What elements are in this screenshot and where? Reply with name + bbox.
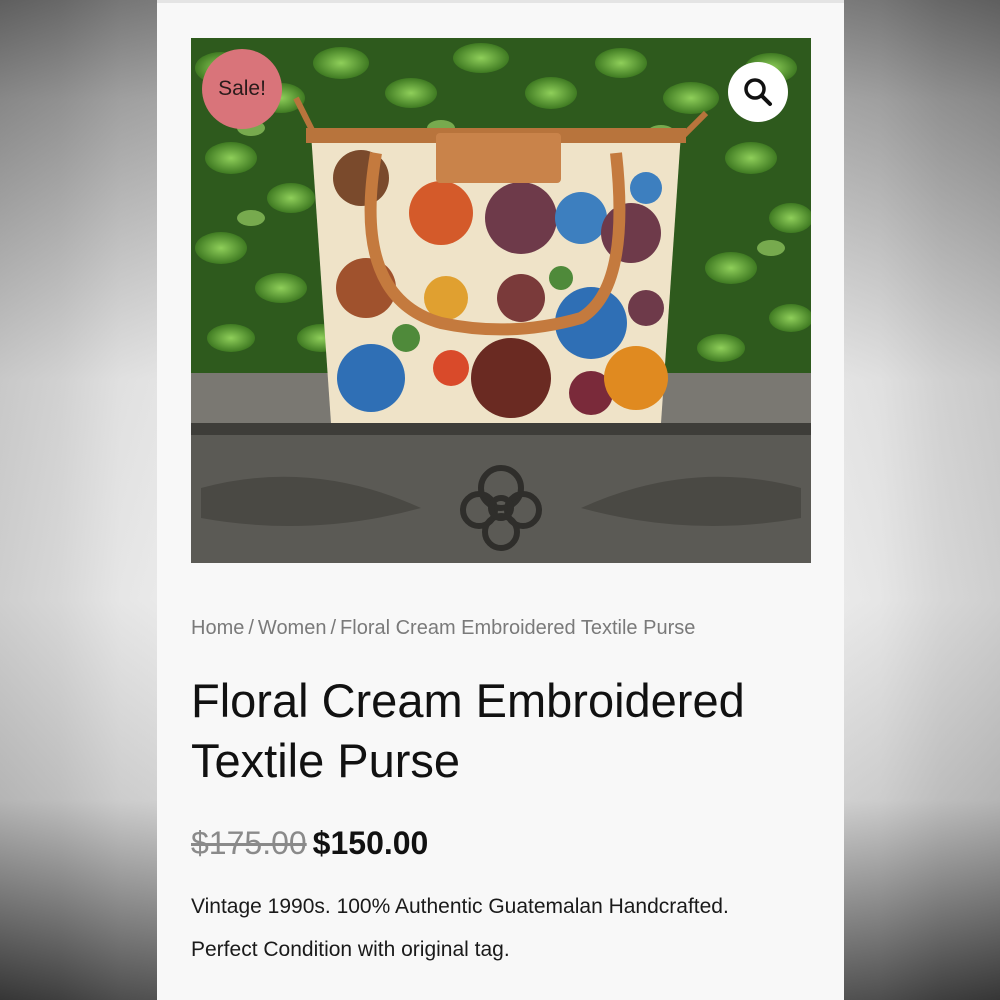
product-short-description: Vintage 1990s. 100% Authentic Guatemalan… — [191, 885, 821, 971]
product-price: $175.00 $150.00 — [191, 825, 428, 862]
product-image[interactable] — [191, 38, 811, 563]
breadcrumb-separator: / — [248, 617, 254, 639]
breadcrumb-home[interactable]: Home — [191, 617, 244, 639]
description-line-1: Vintage 1990s. 100% Authentic Guatemalan… — [191, 895, 729, 918]
search-icon — [744, 78, 772, 106]
sale-price: $150.00 — [312, 825, 429, 861]
breadcrumb-current: Floral Cream Embroidered Textile Purse — [340, 617, 696, 639]
product-page: Sale! Home / Women / Floral Cream Embroidere… — [157, 0, 844, 1000]
breadcrumb-separator: / — [330, 617, 337, 639]
product-photo — [191, 38, 811, 563]
breadcrumb: Home / Women / Floral Cream Embroidered Text… — [191, 617, 695, 640]
sale-badge: Sale! — [202, 49, 282, 129]
sale-badge-label: Sale! — [218, 77, 266, 100]
description-line-2: Perfect Condition with original tag. — [191, 938, 510, 961]
regular-price: $175.00 — [191, 825, 307, 861]
zoom-button[interactable] — [728, 62, 788, 122]
breadcrumb-women[interactable]: Women — [258, 617, 327, 639]
blurred-backdrop-right — [844, 0, 1000, 1000]
product-title: Floral Cream Embroidered Textile Purse — [191, 674, 745, 787]
blurred-backdrop-left — [0, 0, 157, 1000]
